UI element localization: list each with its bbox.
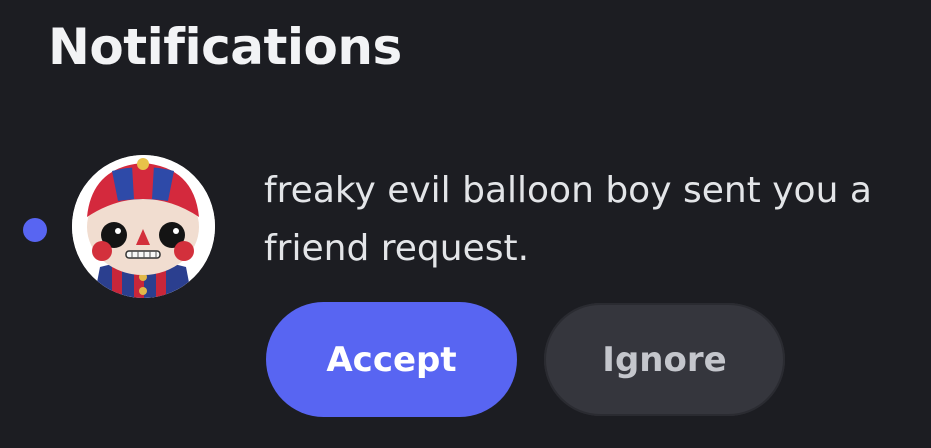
friend-request-notification: freaky evil balloon boy sent you a frien… (0, 0, 931, 448)
unread-dot-icon (23, 218, 47, 242)
avatar[interactable] (72, 155, 215, 298)
notification-message: freaky evil balloon boy sent you a frien… (264, 170, 872, 269)
balloon-boy-figure-icon (72, 155, 215, 298)
ignore-button[interactable]: Ignore (544, 303, 785, 416)
accept-button[interactable]: Accept (266, 302, 517, 417)
